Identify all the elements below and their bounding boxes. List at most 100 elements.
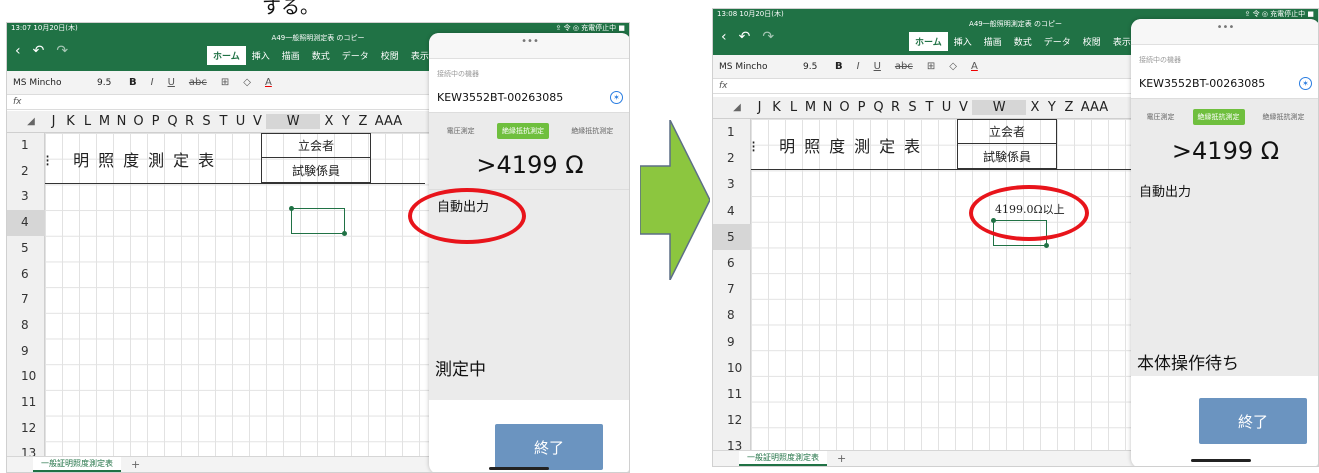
mode-option[interactable]: 絶縁抵抗測定: [496, 123, 549, 139]
column-header[interactable]: R: [181, 114, 198, 129]
select-all-corner[interactable]: ◢: [7, 116, 45, 127]
column-header[interactable]: N: [113, 114, 130, 129]
ribbon-tab[interactable]: 挿入: [246, 46, 276, 65]
column-header[interactable]: U: [232, 114, 249, 129]
panel-handle[interactable]: •••: [429, 33, 629, 59]
font-name-select[interactable]: MS Mincho: [13, 78, 83, 88]
ribbon-tab[interactable]: データ: [336, 46, 375, 65]
column-header[interactable]: Q: [164, 114, 181, 129]
row-header[interactable]: 5: [7, 236, 45, 262]
undo-icon[interactable]: ↶: [739, 29, 751, 45]
end-button[interactable]: 終了: [1199, 398, 1307, 444]
back-icon[interactable]: ‹: [15, 43, 21, 59]
font-color-icon[interactable]: A: [971, 61, 978, 72]
ribbon-tab[interactable]: データ: [1038, 32, 1077, 51]
row-header[interactable]: 6: [713, 250, 751, 276]
row-header[interactable]: 2: [7, 159, 45, 185]
row-header[interactable]: 6: [7, 262, 45, 288]
column-header[interactable]: P: [147, 114, 164, 129]
column-header[interactable]: Z: [1060, 100, 1077, 115]
bluetooth-icon[interactable]: ✶: [1299, 77, 1312, 90]
column-header[interactable]: U: [938, 100, 955, 115]
add-sheet-button[interactable]: +: [131, 458, 140, 471]
bold-button[interactable]: B: [835, 61, 843, 72]
borders-icon[interactable]: ⊞: [927, 61, 935, 72]
underline-button[interactable]: U: [874, 61, 881, 72]
column-header[interactable]: W: [972, 100, 1027, 115]
row-header[interactable]: 11: [7, 390, 45, 416]
mode-option[interactable]: 電圧測定: [442, 123, 480, 139]
fill-color-icon[interactable]: ◇: [243, 77, 251, 88]
column-header[interactable]: AAA: [371, 114, 405, 129]
sheet-tab[interactable]: 一般証明照度測定表: [33, 457, 121, 472]
column-header[interactable]: S: [198, 114, 215, 129]
mode-option[interactable]: 絶縁抵抗測定: [1258, 109, 1310, 125]
strikethrough-button[interactable]: abc: [895, 61, 913, 72]
borders-icon[interactable]: ⊞: [221, 77, 229, 88]
column-header[interactable]: AAA: [1077, 100, 1111, 115]
row-header[interactable]: 12: [7, 416, 45, 442]
ribbon-tab[interactable]: 校閲: [1077, 32, 1107, 51]
column-header[interactable]: V: [955, 100, 972, 115]
row-header[interactable]: 4: [713, 198, 751, 224]
column-header[interactable]: V: [249, 114, 266, 129]
row-header[interactable]: 8: [7, 313, 45, 339]
select-all-corner[interactable]: ◢: [713, 102, 751, 113]
column-header[interactable]: T: [921, 100, 938, 115]
bluetooth-icon[interactable]: ✶: [610, 91, 623, 104]
mode-option[interactable]: 絶縁抵抗測定: [1192, 109, 1245, 125]
sheet-tab[interactable]: 一般証明照度測定表: [739, 451, 827, 466]
column-header[interactable]: Y: [1043, 100, 1060, 115]
column-header[interactable]: Y: [337, 114, 354, 129]
row-header[interactable]: 12: [713, 407, 751, 433]
row-header[interactable]: 9: [7, 339, 45, 365]
ribbon-tab[interactable]: 校閲: [375, 46, 405, 65]
mode-option[interactable]: 電圧測定: [1142, 109, 1180, 125]
column-header[interactable]: T: [215, 114, 232, 129]
column-header[interactable]: J: [751, 100, 768, 115]
fill-color-icon[interactable]: ◇: [949, 61, 957, 72]
mode-option[interactable]: 絶縁抵抗測定: [566, 123, 618, 139]
italic-button[interactable]: I: [151, 77, 154, 88]
column-header[interactable]: N: [819, 100, 836, 115]
row-header[interactable]: 5: [713, 223, 751, 250]
row-header[interactable]: 4: [7, 210, 45, 236]
row-header[interactable]: 11: [713, 381, 751, 407]
column-header[interactable]: K: [768, 100, 785, 115]
column-header[interactable]: X: [1026, 100, 1043, 115]
row-header[interactable]: 2: [713, 145, 751, 171]
ribbon-tab[interactable]: ホーム: [207, 46, 246, 65]
row-header[interactable]: 7: [713, 276, 751, 302]
row-header[interactable]: 10: [7, 364, 45, 390]
redo-icon[interactable]: ↷: [56, 43, 68, 59]
row-header[interactable]: 3: [7, 184, 45, 210]
ribbon-tab[interactable]: 数式: [306, 46, 336, 65]
column-header[interactable]: Q: [870, 100, 887, 115]
column-header[interactable]: P: [853, 100, 870, 115]
ribbon-tab[interactable]: 挿入: [948, 32, 978, 51]
font-size-select[interactable]: 9.5: [97, 78, 115, 88]
column-header[interactable]: M: [802, 100, 819, 115]
column-header[interactable]: L: [79, 114, 96, 129]
column-header[interactable]: O: [130, 114, 147, 129]
end-button[interactable]: 終了: [495, 424, 603, 470]
row-header[interactable]: 3: [713, 171, 751, 197]
bold-button[interactable]: B: [129, 77, 137, 88]
column-header[interactable]: X: [320, 114, 337, 129]
redo-icon[interactable]: ↷: [762, 29, 774, 45]
column-header[interactable]: M: [96, 114, 113, 129]
font-size-select[interactable]: 9.5: [803, 62, 821, 72]
undo-icon[interactable]: ↶: [33, 43, 45, 59]
column-header[interactable]: W: [266, 114, 321, 129]
row-header[interactable]: 1: [713, 119, 751, 145]
strikethrough-button[interactable]: abc: [189, 77, 207, 88]
underline-button[interactable]: U: [168, 77, 175, 88]
column-header[interactable]: Z: [354, 114, 371, 129]
row-header[interactable]: 1: [7, 133, 45, 159]
italic-button[interactable]: I: [857, 61, 860, 72]
row-header[interactable]: 7: [7, 287, 45, 313]
column-header[interactable]: K: [62, 114, 79, 129]
back-icon[interactable]: ‹: [721, 29, 727, 45]
row-header[interactable]: 10: [713, 355, 751, 381]
add-sheet-button[interactable]: +: [837, 452, 846, 465]
